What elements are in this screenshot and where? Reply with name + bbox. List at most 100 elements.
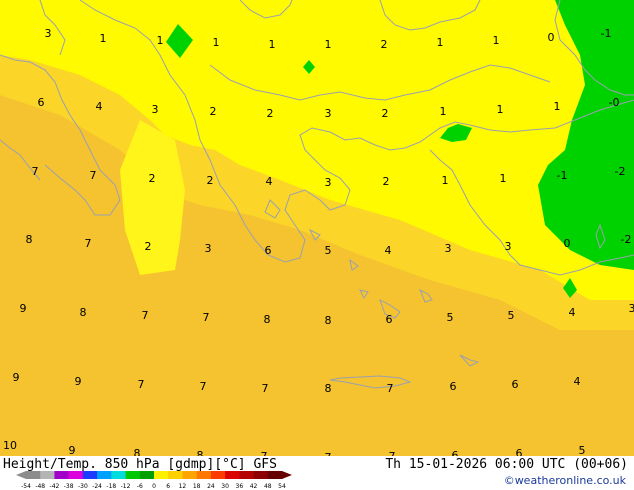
- temperature-value-label: 7: [387, 382, 394, 395]
- scale-swatch: [40, 471, 55, 479]
- temperature-value-label: 1: [554, 100, 561, 113]
- temperature-value-label: 7: [138, 378, 145, 391]
- temperature-value-label: 10: [3, 439, 17, 452]
- temperature-value-label: 8: [26, 233, 33, 246]
- scale-swatch: [54, 471, 69, 479]
- temperature-value-label: 1: [325, 38, 332, 51]
- credit-link[interactable]: ©weatheronline.co.uk: [504, 474, 626, 487]
- temperature-value-label: -1: [601, 27, 612, 40]
- temperature-value-label: 8: [325, 314, 332, 327]
- temperature-value-label: 3: [152, 103, 159, 116]
- scale-swatch: [68, 471, 84, 479]
- temperature-value-label: 6: [265, 244, 272, 257]
- scale-tick-label: 48: [264, 483, 272, 490]
- temperature-value-label: 1: [437, 36, 444, 49]
- scale-swatch: [26, 471, 41, 479]
- temperature-value-label: -1: [557, 169, 568, 182]
- scale-tick-label: 30: [221, 483, 229, 490]
- temperature-value-label: 1: [100, 32, 107, 45]
- temperature-value-label: 7: [32, 165, 39, 178]
- scale-tick-label: -48: [35, 483, 45, 490]
- temperature-value-label: 2: [145, 240, 152, 253]
- scale-tick-label: 54: [278, 483, 286, 490]
- scale-arrow-right: [282, 471, 292, 479]
- scale-swatch: [139, 471, 155, 479]
- temperature-value-label: 5: [447, 311, 454, 324]
- temperature-value-label: 3: [445, 242, 452, 255]
- forecast-datetime: Th 15-01-2026 06:00 UTC (00+06): [385, 457, 628, 472]
- scale-tick-label: -6: [137, 483, 143, 490]
- temperature-value-label: 2: [381, 38, 388, 51]
- temperature-value-label: 7: [203, 311, 210, 324]
- scale-tick-label: 18: [193, 483, 201, 490]
- footer-bar: Height/Temp. 850 hPa [gdmp][°C] GFS Th 1…: [0, 456, 634, 490]
- scale-swatch: [97, 471, 112, 479]
- scale-tick-label: 36: [236, 483, 244, 490]
- scale-swatch: [225, 471, 240, 479]
- temperature-value-label: 8: [325, 382, 332, 395]
- scale-swatch: [168, 471, 183, 479]
- temperature-value-label: 2: [383, 175, 390, 188]
- temperature-value-label: 1: [440, 105, 447, 118]
- scale-swatch: [82, 471, 98, 479]
- scale-tick-label: -30: [78, 483, 88, 490]
- scale-tick-label: 6: [166, 483, 170, 490]
- scale-tick-label: -38: [64, 483, 74, 490]
- temperature-value-label: 1: [157, 34, 164, 47]
- temperature-value-label: 0: [548, 31, 555, 44]
- temperature-value-label: 4: [96, 100, 103, 113]
- temperature-value-label: 8: [264, 313, 271, 326]
- scale-swatch: [154, 471, 169, 479]
- temperature-value-label: 2: [382, 107, 389, 120]
- temperature-value-label: 1: [213, 36, 220, 49]
- scale-tick-label: -24: [92, 483, 102, 490]
- temperature-value-label: 0: [564, 237, 571, 250]
- scale-tick-label: -42: [50, 483, 60, 490]
- temperature-value-label: 4: [385, 244, 392, 257]
- map-title: Height/Temp. 850 hPa [gdmp][°C] GFS: [3, 457, 277, 472]
- temperature-value-label: 9: [75, 375, 82, 388]
- temperature-value-label: 6: [38, 96, 45, 109]
- temperature-value-label: 4: [574, 375, 581, 388]
- temperature-value-label: 3: [629, 302, 634, 315]
- temperature-value-label: -0: [609, 96, 620, 109]
- scale-swatch: [182, 471, 197, 479]
- temperature-value-label: 2: [207, 174, 214, 187]
- temperature-value-label: 2: [210, 105, 217, 118]
- color-scale: -54 -48 -42 -38 -30 -24 -18 -12 -6 0 6 12 18 24 30 36 42…: [16, 471, 292, 490]
- temperature-value-label: 1: [500, 172, 507, 185]
- scale-swatch: [125, 471, 141, 479]
- scale-tick-label: 42: [250, 483, 258, 490]
- scale-arrow-left: [16, 471, 26, 479]
- scale-tick-label: 0: [152, 483, 156, 490]
- temperature-value-label: 4: [266, 175, 273, 188]
- temperature-value-label: 3: [205, 242, 212, 255]
- temperature-value-label: 1: [497, 103, 504, 116]
- scale-swatch: [253, 471, 269, 479]
- scale-tick-label: -18: [106, 483, 116, 490]
- temperature-value-label: 5: [325, 244, 332, 257]
- temperature-value-label: 7: [90, 169, 97, 182]
- temperature-value-label: 7: [142, 309, 149, 322]
- temperature-value-label: 1: [442, 174, 449, 187]
- temperature-value-label: 7: [85, 237, 92, 250]
- scale-swatch: [196, 471, 212, 479]
- temperature-value-label: 5: [508, 309, 515, 322]
- temperature-value-label: 2: [267, 107, 274, 120]
- scale-tick-label: 24: [207, 483, 215, 490]
- scale-swatch: [210, 471, 226, 479]
- temperature-value-label: 6: [512, 378, 519, 391]
- temperature-value-label: 9: [13, 371, 20, 384]
- scale-tick-label: -54: [21, 483, 31, 490]
- temperature-value-label: 2: [149, 172, 156, 185]
- temperature-value-label: -2: [615, 165, 626, 178]
- temperature-value-label: 3: [505, 240, 512, 253]
- temperature-value-label: 4: [569, 306, 576, 319]
- scale-tick-label: -12: [121, 483, 131, 490]
- temperature-value-label: 6: [450, 380, 457, 393]
- temperature-value-label: 1: [269, 38, 276, 51]
- scale-tick-label: 12: [179, 483, 187, 490]
- temperature-value-label: 8: [80, 306, 87, 319]
- temperature-value-label: 9: [20, 302, 27, 315]
- temperature-value-label: 7: [262, 382, 269, 395]
